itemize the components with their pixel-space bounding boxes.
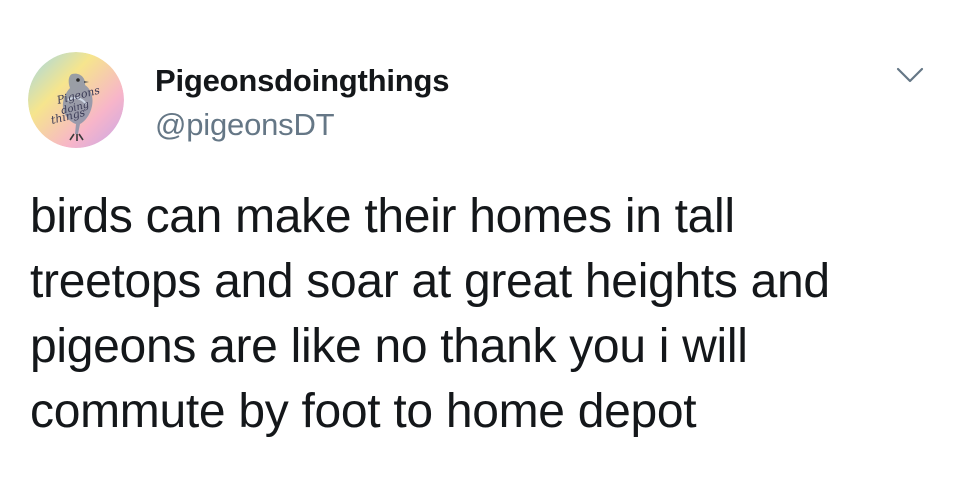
avatar-image: Pigeons doing things <box>28 52 124 148</box>
tweet-text-line: birds can make their homes in tall <box>30 190 735 243</box>
tweet-text-line: pigeons are like no thank you i will <box>30 320 748 373</box>
tweet-text-line: commute by foot to home depot <box>30 385 697 438</box>
tweet-header: Pigeons doing things Pigeonsdoingthings … <box>28 52 938 152</box>
pigeon-avatar-icon[interactable]: Pigeons doing things <box>28 52 124 148</box>
display-name[interactable]: Pigeonsdoingthings <box>155 62 450 100</box>
tweet-text-line: treetops and soar at great heights and <box>30 255 830 308</box>
tweet-card: Pigeons doing things Pigeonsdoingthings … <box>0 0 960 497</box>
user-handle[interactable]: @pigeonsDT <box>155 106 449 144</box>
chevron-down-icon[interactable] <box>892 60 928 90</box>
tweet-text: birds can make their homes in tall treet… <box>30 184 940 444</box>
user-info: Pigeonsdoingthings @pigeonsDT <box>155 62 450 144</box>
